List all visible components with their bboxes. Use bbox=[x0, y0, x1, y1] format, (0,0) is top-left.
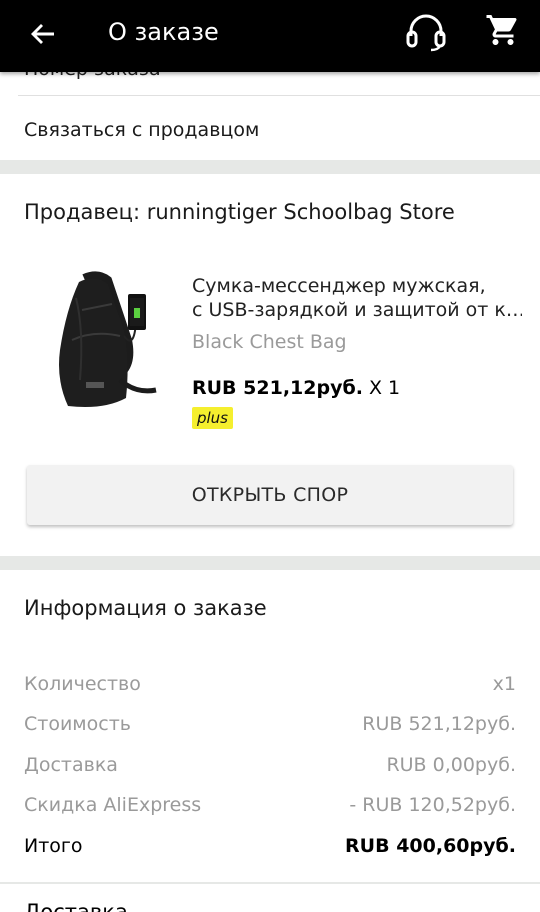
back-arrow-icon[interactable] bbox=[24, 14, 64, 54]
product-name-line2: с USB-зарядкой и защитой от к… bbox=[192, 299, 522, 321]
row-value: x1 bbox=[492, 673, 516, 695]
plus-badge: plus bbox=[192, 407, 233, 429]
cost-row: Стоимость RUB 521,12руб. bbox=[24, 710, 516, 738]
order-info-card: Информация о заказе Количество x1 Стоимо… bbox=[0, 570, 540, 882]
open-dispute-button[interactable]: ОТКРЫТЬ СПОР bbox=[27, 465, 513, 525]
row-value: RUB 0,00руб. bbox=[386, 754, 516, 776]
row-label: Стоимость bbox=[24, 713, 131, 735]
headset-support-icon[interactable] bbox=[403, 12, 449, 52]
row-label: Доставка bbox=[24, 754, 118, 776]
seller-name[interactable]: Продавец: runningtiger Schoolbag Store bbox=[24, 198, 455, 226]
app-bar: О заказе bbox=[0, 0, 540, 72]
bottom-card: Доставка bbox=[0, 884, 540, 912]
bottom-card-title: Доставка bbox=[24, 900, 128, 912]
product-price: RUB 521,12руб. bbox=[192, 377, 363, 399]
order-top-card: Номер заказа Связаться с продавцом bbox=[0, 58, 540, 160]
product-name[interactable]: Сумка-мессенджер мужская, с USB-зарядкой… bbox=[192, 274, 522, 322]
product-quantity: X 1 bbox=[369, 377, 401, 399]
product-variant: Black Chest Bag bbox=[192, 331, 347, 353]
row-label: Количество bbox=[24, 673, 141, 695]
row-value: - RUB 120,52руб. bbox=[349, 794, 516, 816]
page-title: О заказе bbox=[108, 18, 219, 46]
delivery-row: Доставка RUB 0,00руб. bbox=[24, 751, 516, 779]
discount-row: Скидка AliExpress - RUB 120,52руб. bbox=[24, 791, 516, 819]
row-value: RUB 400,60руб. bbox=[345, 835, 516, 857]
quantity-row: Количество x1 bbox=[24, 670, 516, 698]
row-label: Итого bbox=[24, 835, 83, 857]
row-value: RUB 521,12руб. bbox=[362, 713, 516, 735]
cart-icon[interactable] bbox=[485, 12, 521, 48]
divider bbox=[18, 95, 540, 96]
seller-card: Продавец: runningtiger Schoolbag Store С… bbox=[0, 174, 540, 556]
contact-seller-link[interactable]: Связаться с продавцом bbox=[24, 116, 259, 144]
product-image[interactable] bbox=[24, 270, 172, 422]
product-name-line1: Сумка-мессенджер мужская, bbox=[192, 275, 486, 297]
row-label: Скидка AliExpress bbox=[24, 794, 202, 816]
product-price-line: RUB 521,12руб. X 1 bbox=[192, 374, 400, 402]
order-info-title: Информация о заказе bbox=[24, 596, 267, 620]
total-row: Итого RUB 400,60руб. bbox=[24, 832, 516, 860]
